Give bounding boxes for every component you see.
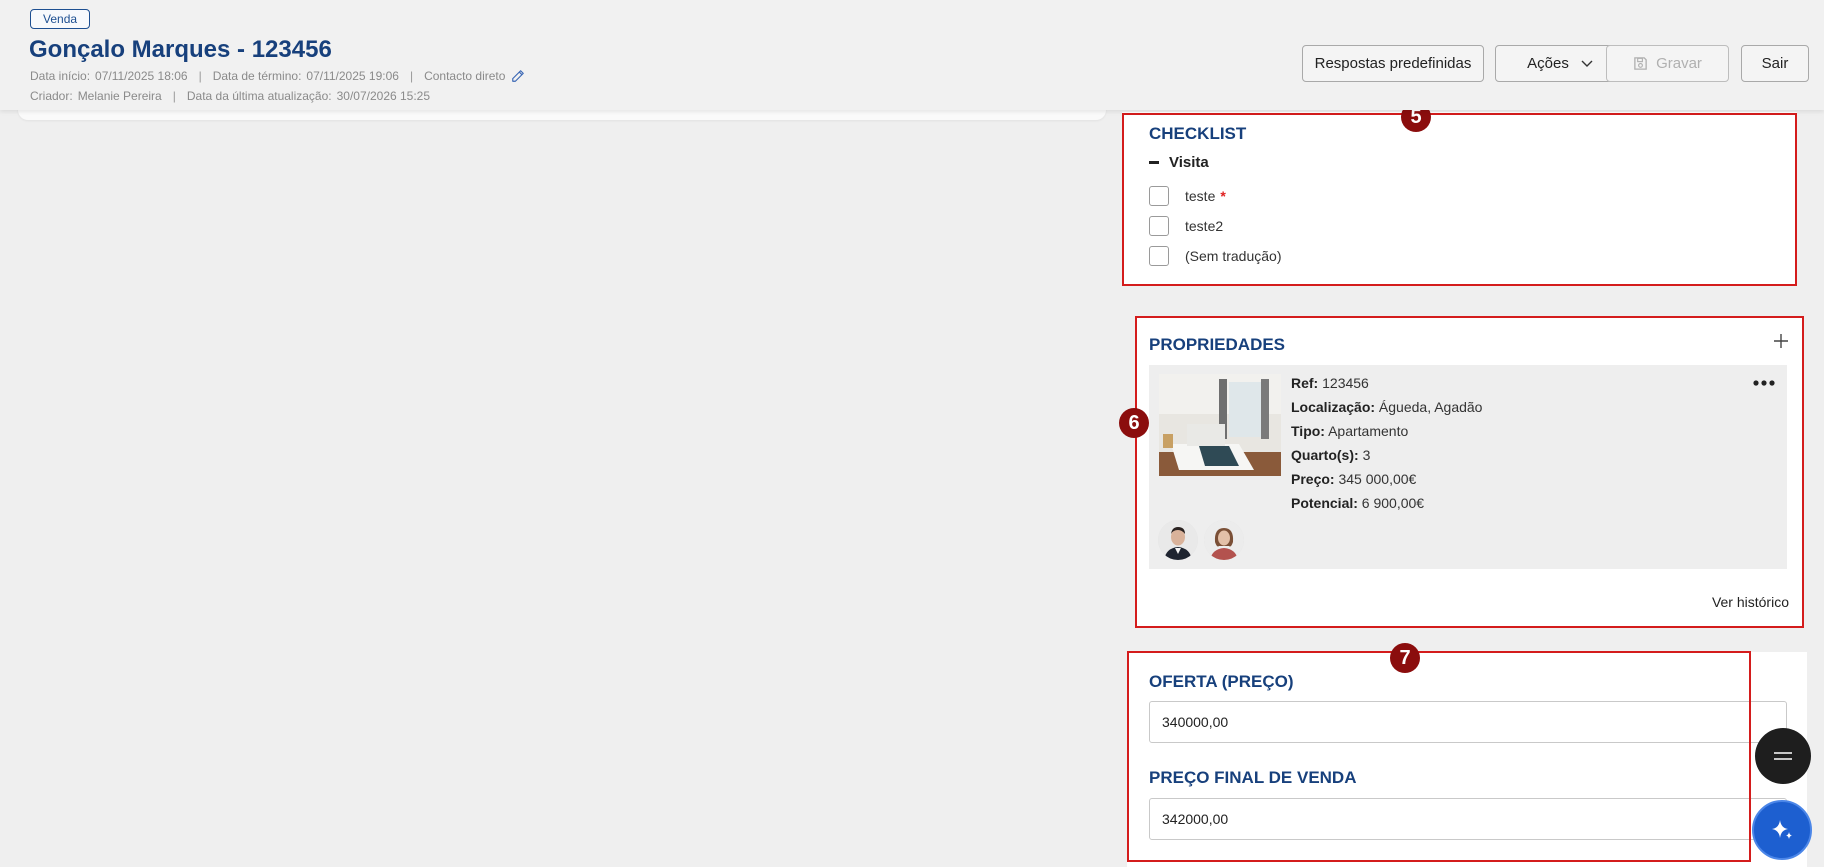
- ref-value: 123456: [1322, 375, 1369, 391]
- menu-icon: [1774, 752, 1792, 760]
- checklist-group-toggle[interactable]: Visita: [1149, 154, 1209, 171]
- final-price-input[interactable]: 342000,00: [1149, 798, 1787, 840]
- exit-button[interactable]: Sair: [1741, 45, 1809, 82]
- end-date-value: 07/11/2025 19:06: [306, 69, 399, 83]
- type-label: Tipo:: [1291, 423, 1325, 439]
- creator-label: Criador:: [30, 89, 73, 103]
- checklist-item[interactable]: (Sem tradução): [1149, 246, 1281, 266]
- rooms-row: Quarto(s): 3: [1291, 443, 1482, 467]
- final-price-title: PREÇO FINAL DE VENDA: [1149, 768, 1357, 787]
- price-value: 345 000,00€: [1338, 471, 1417, 487]
- page-title: Gonçalo Marques - 123456: [29, 36, 332, 63]
- location-value: Águeda, Agadão: [1378, 399, 1483, 415]
- creator-value: Melanie Pereira: [77, 89, 162, 103]
- checkbox[interactable]: [1149, 216, 1169, 236]
- type-value: Apartamento: [1328, 423, 1409, 439]
- separator: |: [409, 69, 414, 83]
- end-date-label: Data de término:: [212, 69, 302, 83]
- start-date-label: Data início:: [30, 69, 91, 83]
- checklist-item[interactable]: teste *: [1149, 186, 1226, 206]
- menu-fab-button[interactable]: [1755, 728, 1811, 784]
- offer-card: OFERTA (PREÇO) 340000,00 PREÇO FINAL DE …: [1127, 652, 1807, 867]
- separator: |: [172, 89, 176, 103]
- property-item[interactable]: Ref: 123456 Localização: Águeda, Agadão …: [1149, 365, 1787, 569]
- type-row: Tipo: Apartamento: [1291, 419, 1482, 443]
- properties-card: PROPRIEDADES Ref: 123456 Localização: Ág…: [1135, 317, 1803, 627]
- plus-icon[interactable]: [1773, 333, 1789, 349]
- potential-row: Potencial: 6 900,00€: [1291, 491, 1482, 515]
- rooms-label: Quarto(s):: [1291, 447, 1359, 463]
- annotation-badge-6: 6: [1119, 408, 1149, 438]
- save-button[interactable]: Gravar: [1606, 45, 1729, 82]
- checklist-item[interactable]: teste2: [1149, 216, 1223, 236]
- rooms-value: 3: [1362, 447, 1371, 463]
- checklist-title: CHECKLIST: [1149, 124, 1247, 143]
- avatar[interactable]: [1158, 520, 1198, 560]
- start-date-value: 07/11/2025 18:06: [95, 69, 188, 83]
- type-badge: Venda: [30, 9, 91, 29]
- properties-title: PROPRIEDADES: [1149, 335, 1286, 354]
- required-marker: *: [1220, 188, 1226, 204]
- chevron-down-icon: [1581, 60, 1593, 67]
- more-icon[interactable]: [1753, 379, 1775, 387]
- property-photo[interactable]: [1159, 374, 1281, 476]
- actions-label: Ações: [1527, 55, 1569, 72]
- separator: |: [198, 69, 202, 83]
- checklist-group-label: Visita: [1169, 154, 1209, 171]
- offer-title: OFERTA (PREÇO): [1149, 672, 1294, 691]
- location-row: Localização: Águeda, Agadão: [1291, 395, 1482, 419]
- save-icon: [1634, 57, 1647, 70]
- save-label: Gravar: [1656, 55, 1702, 72]
- checkbox[interactable]: [1149, 246, 1169, 266]
- minus-icon: [1149, 161, 1159, 164]
- avatar[interactable]: [1204, 520, 1244, 560]
- checklist-item-label: teste2: [1185, 218, 1224, 234]
- potential-value: 6 900,00€: [1361, 495, 1425, 511]
- last-update-value: 30/07/2026 15:25: [336, 89, 431, 103]
- checkbox[interactable]: [1149, 186, 1169, 206]
- ref-row: Ref: 123456: [1291, 371, 1482, 395]
- view-history-link[interactable]: Ver histórico: [1712, 594, 1789, 610]
- potential-label: Potencial:: [1291, 495, 1358, 511]
- price-row: Preço: 345 000,00€: [1291, 467, 1482, 491]
- checklist-item-label: (Sem tradução): [1185, 248, 1282, 264]
- property-details: Ref: 123456 Localização: Águeda, Agadão …: [1291, 371, 1482, 515]
- annotation-badge-7: 7: [1390, 643, 1420, 673]
- sparkle-icon: [1772, 820, 1792, 839]
- ref-label: Ref:: [1291, 375, 1319, 391]
- location-label: Localização:: [1291, 399, 1376, 415]
- offer-price-input[interactable]: 340000,00: [1149, 701, 1787, 743]
- price-label: Preço:: [1291, 471, 1335, 487]
- predefined-answers-button[interactable]: Respostas predefinidas: [1302, 45, 1484, 82]
- last-update-label: Data da última atualização:: [186, 89, 332, 103]
- checklist-item-label: teste: [1185, 188, 1216, 204]
- contact-type: Contacto direto: [424, 69, 506, 83]
- page-header: Venda Gonçalo Marques - 123456 Data iníc…: [0, 0, 1824, 110]
- checklist-card: CHECKLIST Visita teste * teste2 (Sem tra…: [1122, 112, 1797, 284]
- meta-row-dates: Data início: 07/11/2025 18:06 | Data de …: [30, 69, 525, 83]
- ai-assistant-button[interactable]: [1752, 800, 1812, 860]
- meta-row-creator: Criador: Melanie Pereira | Data da últim…: [30, 89, 430, 103]
- pencil-icon[interactable]: [511, 69, 525, 83]
